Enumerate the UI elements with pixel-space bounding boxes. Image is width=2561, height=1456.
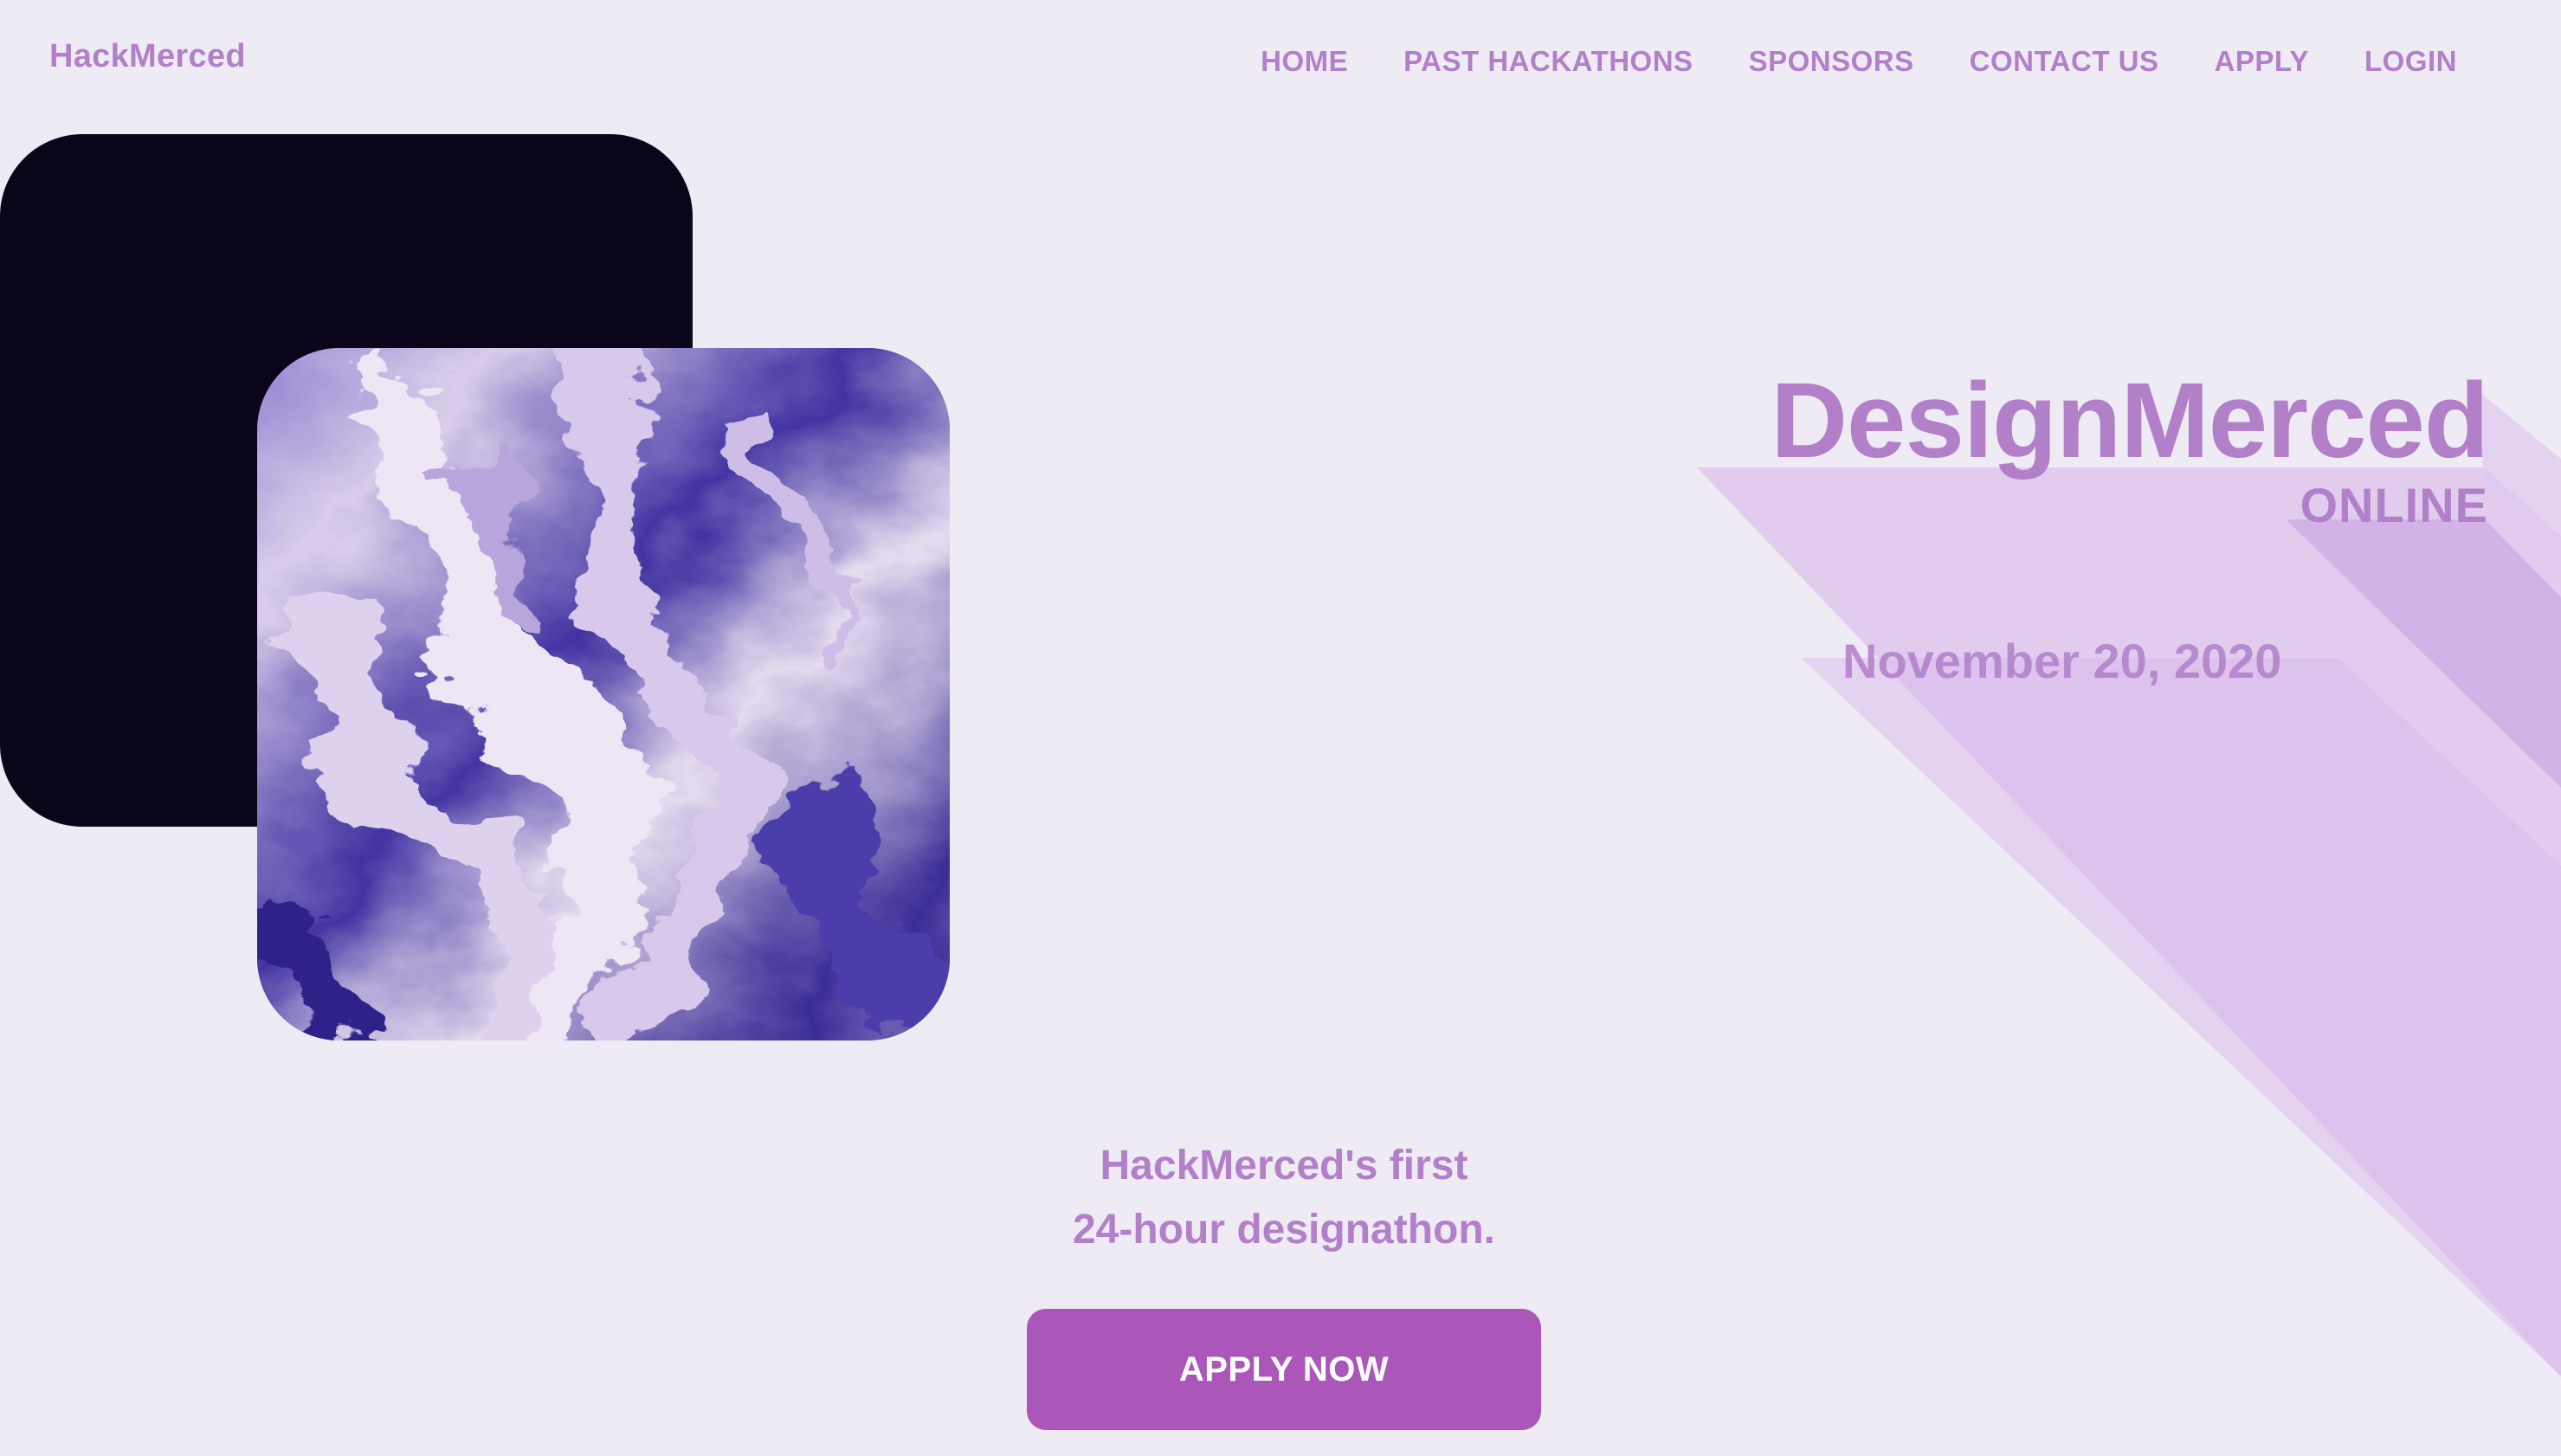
nav-contact-us[interactable]: CONTACT US: [1970, 45, 2159, 78]
event-date: November 20, 2020: [1842, 634, 2282, 688]
nav-apply[interactable]: APPLY: [2215, 45, 2310, 78]
event-format-label: ONLINE: [2300, 478, 2488, 532]
apply-now-button[interactable]: APPLY NOW: [1027, 1309, 1541, 1430]
main-nav: HOME PAST HACKATHONS SPONSORS CONTACT US…: [1261, 45, 2457, 78]
nav-login[interactable]: LOGIN: [2364, 45, 2457, 78]
nav-sponsors[interactable]: SPONSORS: [1749, 45, 1914, 78]
nav-home[interactable]: HOME: [1261, 45, 1348, 78]
hero-tagline: HackMerced's first 24-hour designathon.: [938, 1134, 1630, 1262]
event-title: DesignMerced: [1771, 362, 2489, 480]
nav-past-hackathons[interactable]: PAST HACKATHONS: [1403, 45, 1693, 78]
tagline-line-1: HackMerced's first: [1100, 1143, 1468, 1189]
tagline-line-2: 24-hour designathon.: [1072, 1207, 1495, 1253]
brand-logo-link[interactable]: HackMerced: [49, 38, 246, 75]
landing-page: HackMerced HOME PAST HACKATHONS SPONSORS…: [0, 0, 2561, 1456]
marbled-art-image: [257, 348, 950, 1040]
